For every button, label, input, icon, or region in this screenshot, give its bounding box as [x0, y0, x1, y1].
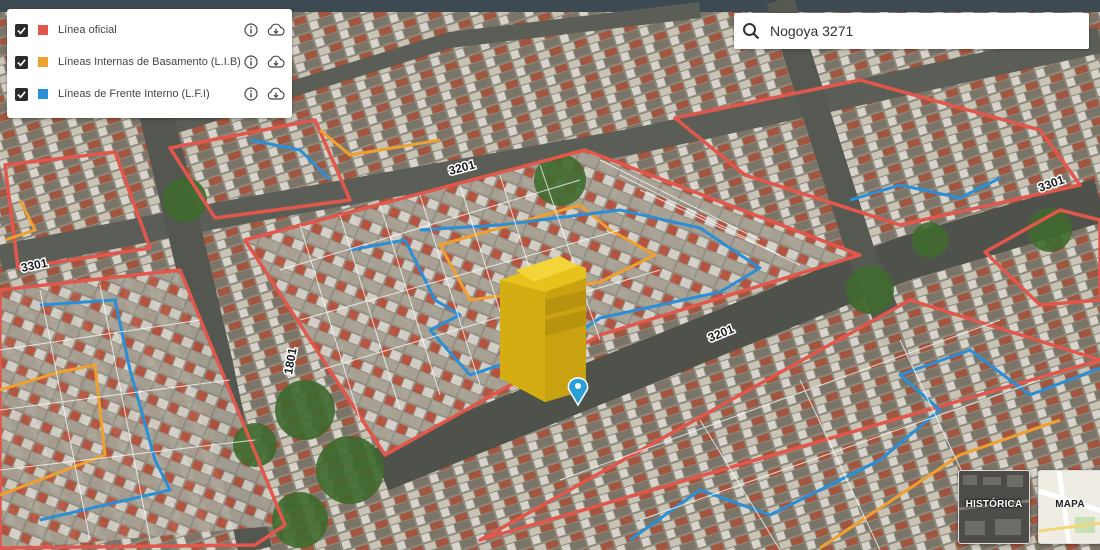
checkbox-lib[interactable] [15, 55, 28, 69]
cloud-download-icon[interactable] [267, 87, 285, 101]
info-icon[interactable] [244, 87, 258, 101]
legend-label: Líneas de Frente Interno (L.F.I) [58, 88, 210, 100]
layer-legend-panel: Línea oficial Líneas Internas de Basamen… [7, 9, 292, 118]
legend-label: Línea oficial [58, 24, 117, 36]
legend-item-lfi: Líneas de Frente Interno (L.F.I) [15, 83, 285, 105]
search-input[interactable] [770, 23, 1070, 39]
cloud-download-icon[interactable] [267, 23, 285, 37]
basemap-mapa-button[interactable]: MAPA [1038, 470, 1100, 544]
basemap-historica-button[interactable]: HISTÓRICA [958, 470, 1030, 544]
legend-item-lib: Líneas Internas de Basamento (L.I.B) [15, 51, 285, 73]
color-swatch-orange [38, 57, 48, 67]
search-icon[interactable] [742, 22, 760, 40]
legend-label: Líneas Internas de Basamento (L.I.B) [58, 56, 241, 68]
check-icon [17, 90, 26, 98]
basemap-label: HISTÓRICA [965, 499, 1023, 510]
cloud-download-icon[interactable] [267, 55, 285, 69]
checkbox-lfi[interactable] [15, 87, 28, 101]
legend-item-linea-oficial: Línea oficial [15, 19, 285, 41]
check-icon [17, 26, 26, 34]
info-icon[interactable] [244, 23, 258, 37]
checkbox-linea-oficial[interactable] [15, 23, 28, 37]
search-bar [734, 13, 1089, 49]
check-icon [17, 58, 26, 66]
color-swatch-red [38, 25, 48, 35]
info-icon[interactable] [244, 55, 258, 69]
basemap-label: MAPA [1055, 499, 1085, 510]
color-swatch-blue [38, 89, 48, 99]
